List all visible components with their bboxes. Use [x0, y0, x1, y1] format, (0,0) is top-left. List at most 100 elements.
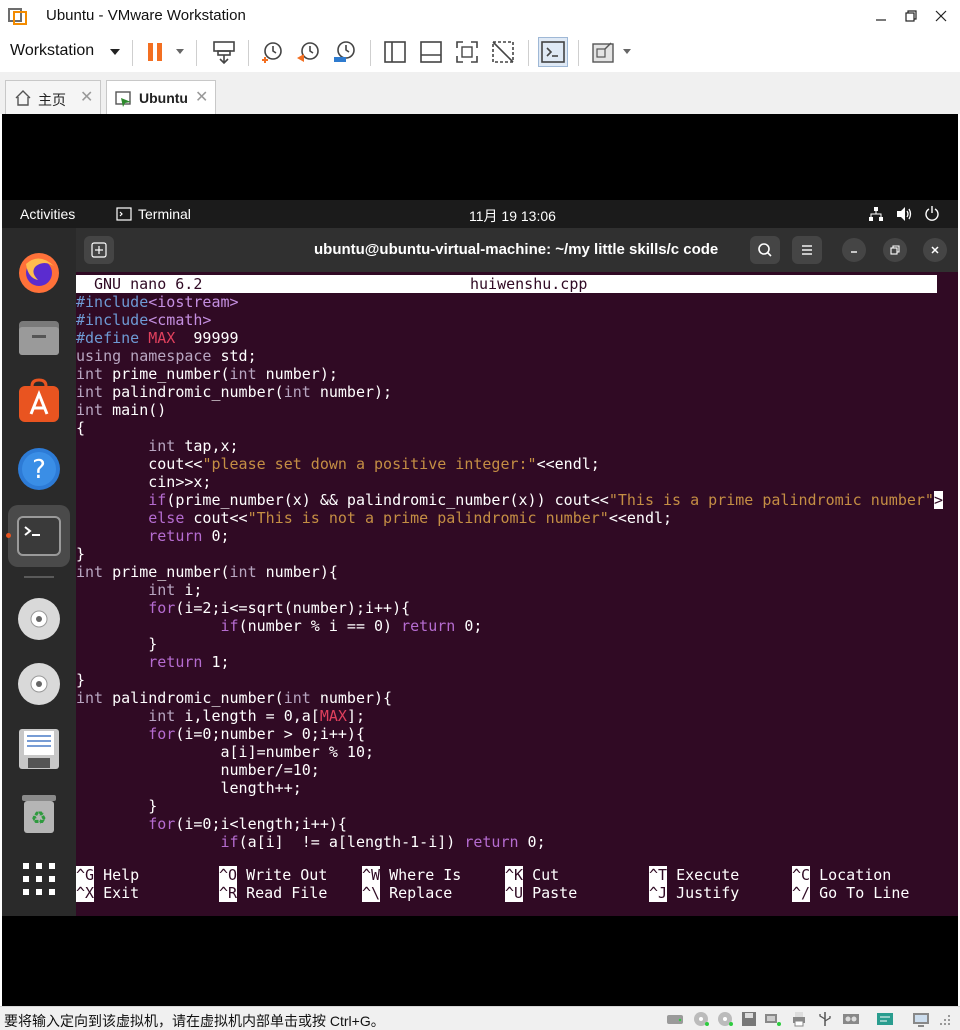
close-window-button[interactable] [930, 5, 952, 27]
pause-icon[interactable] [143, 39, 169, 65]
app-center-icon[interactable] [16, 378, 62, 424]
files-icon[interactable] [16, 315, 62, 361]
code-token: length++; [76, 779, 302, 797]
minimize-terminal-button[interactable] [842, 238, 866, 262]
stretch-view-icon[interactable] [590, 39, 616, 65]
code-token: int [76, 563, 104, 581]
shortcut-item: ^T Execute [649, 866, 739, 884]
cd-dvd-icon[interactable] [716, 1011, 734, 1027]
close-tab-icon[interactable]: ✕ [195, 87, 208, 107]
nano-version: GNU nano 6.2 [94, 275, 203, 293]
restore-button[interactable] [900, 5, 922, 27]
floppy-icon[interactable] [16, 726, 62, 772]
firefox-icon[interactable] [16, 250, 62, 296]
usb-icon[interactable] [816, 1011, 834, 1027]
resize-grip-icon[interactable] [938, 1011, 952, 1027]
revert-snapshot-icon[interactable] [295, 39, 321, 65]
cd-dvd-icon[interactable] [692, 1011, 710, 1027]
code-line: using namespace std; [76, 347, 943, 365]
code-token: (number % i == 0) [238, 617, 402, 635]
code-line: for(i=0;number > 0;i++){ [76, 725, 943, 743]
new-tab-button[interactable] [84, 236, 114, 264]
shortcut-label: Execute [667, 866, 740, 884]
code-line: length++; [76, 779, 943, 797]
maximize-terminal-button[interactable] [883, 238, 907, 262]
new-tab-icon [91, 242, 107, 258]
code-line: } [76, 797, 943, 815]
shortcut-label: Go To Line [810, 884, 910, 902]
shortcut-key: ^J [649, 884, 668, 902]
sound-card-icon[interactable] [842, 1011, 860, 1027]
printer-icon[interactable] [790, 1011, 808, 1027]
help-icon[interactable]: ? [16, 446, 62, 492]
code-token: } [76, 797, 158, 815]
shortcut-label: Replace [380, 884, 453, 902]
shortcut-item: ^G Help [76, 866, 139, 884]
code-token: int [148, 437, 176, 455]
show-apps-icon[interactable] [22, 862, 56, 896]
full-screen-icon[interactable] [454, 39, 480, 65]
workstation-menu[interactable]: Workstation [10, 42, 94, 60]
tab-home[interactable]: 主页 ✕ [5, 80, 101, 114]
close-terminal-button[interactable] [923, 238, 947, 262]
code-token: int [229, 365, 257, 383]
display-icon[interactable] [912, 1011, 930, 1027]
terminal-body[interactable]: GNU nano 6.2 huiwenshu.cpp #include<iost… [76, 272, 945, 916]
shortcut-item: ^C Location [792, 866, 891, 884]
message-log-icon[interactable] [876, 1011, 894, 1027]
code-token: <iostream> [148, 293, 239, 311]
network-adapter-icon[interactable] [764, 1011, 782, 1027]
menu-button[interactable] [792, 236, 822, 264]
code-editor[interactable]: #include<iostream> #include<cmath> #define… [76, 293, 943, 851]
code-token: main() [103, 401, 167, 419]
chevron-down-icon[interactable] [623, 49, 631, 54]
code-token: #define [76, 329, 149, 347]
chevron-down-icon[interactable] [176, 49, 184, 54]
terminal-app-icon[interactable] [16, 513, 62, 559]
activities-button[interactable]: Activities [20, 206, 75, 222]
code-token: return [148, 527, 203, 545]
code-token: <cmath> [148, 311, 212, 329]
code-token: prime_number( [103, 563, 230, 581]
code-line: int prime_number(int number){ [76, 563, 943, 581]
code-line: int prime_number(int number); [76, 365, 943, 383]
code-token: int [76, 401, 104, 419]
unity-mode-icon[interactable] [490, 39, 516, 65]
minimize-button[interactable] [870, 5, 892, 27]
library-view-icon[interactable] [382, 39, 408, 65]
code-line: if(prime_number(x) && palindromic_number… [76, 491, 943, 509]
code-line: return 0; [76, 527, 943, 545]
hard-disk-icon[interactable] [666, 1011, 684, 1027]
running-indicator [6, 533, 11, 538]
clock[interactable]: 11月 19 13:06 [469, 206, 556, 226]
search-button[interactable] [750, 236, 780, 264]
close-tab-icon[interactable]: ✕ [80, 87, 93, 107]
optical-drive-icon[interactable] [16, 596, 62, 642]
code-token: if [220, 833, 239, 851]
code-token: number); [310, 383, 393, 401]
code-token: 1; [202, 653, 230, 671]
app-menu[interactable]: Terminal [138, 206, 191, 222]
send-ctrl-alt-del-icon[interactable] [211, 39, 237, 65]
network-icon[interactable] [868, 206, 884, 222]
floppy-icon[interactable] [740, 1011, 758, 1027]
shortcut-key: ^U [505, 884, 524, 902]
code-line: return 1; [76, 653, 943, 671]
optical-drive-icon[interactable] [16, 661, 62, 707]
terminal-scroll-gutter[interactable] [945, 272, 958, 916]
power-icon[interactable] [924, 205, 940, 221]
console-view-button[interactable] [538, 37, 568, 67]
thumbnail-bar-icon[interactable] [418, 39, 444, 65]
snapshot-icon[interactable] [259, 39, 285, 65]
tab-ubuntu[interactable]: Ubuntu ✕ [106, 80, 216, 114]
trash-icon[interactable]: ♻ [16, 791, 62, 837]
volume-icon[interactable] [896, 206, 914, 222]
code-token: for [148, 815, 176, 833]
code-token: <<endl; [608, 509, 673, 527]
code-line: int tap,x; [76, 437, 943, 455]
svg-text:?: ? [32, 455, 46, 485]
snapshot-manager-icon[interactable] [331, 39, 357, 65]
terminal-title: ubuntu@ubuntu-virtual-machine: ~/my litt… [314, 241, 719, 258]
code-line: #include<cmath> [76, 311, 943, 329]
